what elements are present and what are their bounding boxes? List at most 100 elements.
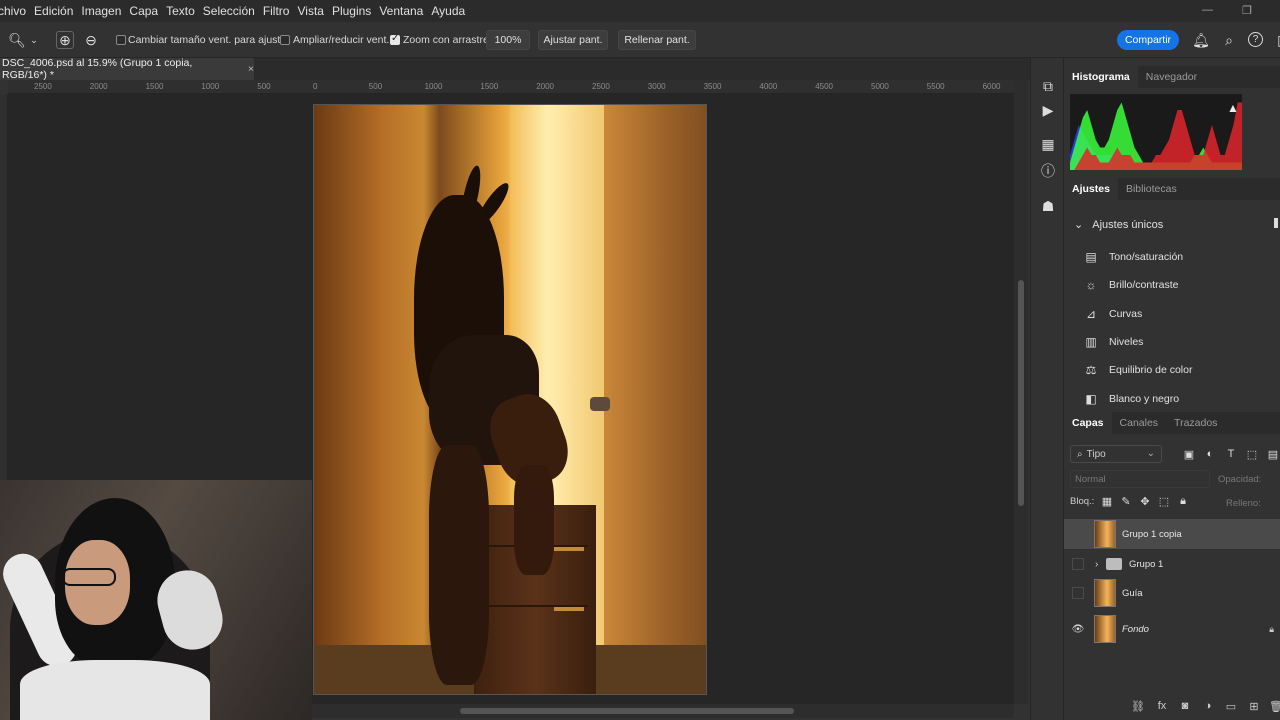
- adjustment-item[interactable]: ▥ Niveles: [1082, 332, 1143, 352]
- properties-icon[interactable]: ☗: [1038, 196, 1058, 216]
- workspace-icon[interactable]: ▯: [1272, 31, 1280, 49]
- image-subject: [374, 164, 578, 690]
- menu-item[interactable]: Ayuda: [431, 4, 473, 18]
- zoom-all-label: Ampliar/reducir vent.: [293, 34, 390, 46]
- resize-windows-checkbox[interactable]: [116, 35, 126, 45]
- menu-item[interactable]: Filtro: [263, 4, 298, 18]
- menu-item[interactable]: Texto: [166, 4, 203, 18]
- scrubby-zoom-checkbox[interactable]: [390, 33, 400, 45]
- play-actions-icon[interactable]: ▶: [1038, 100, 1058, 120]
- horizontal-scrollbar[interactable]: [312, 704, 1014, 718]
- menu-item[interactable]: Capa: [129, 4, 166, 18]
- vertical-scrollbar[interactable]: [1014, 80, 1028, 704]
- layer-row[interactable]: Grupo 1 copia: [1064, 519, 1280, 549]
- lock-artboard-icon[interactable]: ⬚: [1157, 494, 1171, 508]
- visibility-toggle[interactable]: [1072, 558, 1084, 570]
- blend-mode-select[interactable]: Normal: [1070, 470, 1210, 488]
- image-door-knob: [590, 397, 610, 411]
- document-image[interactable]: [313, 104, 707, 695]
- zoom-in-icon[interactable]: ⊕: [56, 31, 74, 49]
- horizontal-scroll-thumb[interactable]: [460, 708, 794, 714]
- add-mask-icon[interactable]: ◙: [1177, 698, 1193, 714]
- search-icon[interactable]: ⌕: [1220, 31, 1238, 49]
- panel-icon-strip: ⧉ ▶ ▦ ⓘ ☗: [1030, 58, 1064, 720]
- fill-screen-button[interactable]: Rellenar pant.: [618, 30, 696, 50]
- lock-position-icon[interactable]: ✥: [1138, 494, 1152, 508]
- menu-item[interactable]: Plugins: [332, 4, 379, 18]
- layer-style-icon[interactable]: fx: [1154, 698, 1170, 714]
- visibility-toggle[interactable]: [1072, 528, 1084, 540]
- tab-channels[interactable]: Canales: [1112, 412, 1167, 434]
- filter-smart-object-icon[interactable]: ▤: [1265, 446, 1280, 462]
- libraries-icon[interactable]: ▦: [1038, 134, 1058, 154]
- tab-adjustments[interactable]: Ajustes: [1064, 178, 1118, 200]
- filter-shape-icon[interactable]: ⬚: [1244, 446, 1260, 462]
- histogram-warning-icon[interactable]: ▲: [1227, 101, 1239, 115]
- lock-all-icon[interactable]: 🔒︎: [1176, 494, 1190, 508]
- zoom-all-checkbox[interactable]: [280, 35, 290, 45]
- menu-item[interactable]: chivo: [0, 4, 34, 18]
- filter-adjustment-icon[interactable]: ◐: [1202, 446, 1218, 462]
- restore-icon[interactable]: ❐: [1242, 4, 1252, 17]
- info-icon[interactable]: ⓘ: [1038, 161, 1058, 181]
- adjustment-item[interactable]: ◧ Blanco y negro: [1082, 389, 1179, 409]
- histogram-tabs: Histograma Navegador: [1064, 66, 1280, 88]
- bell-icon[interactable]: 🔔︎: [1192, 31, 1210, 49]
- history-icon[interactable]: ⧉: [1038, 76, 1058, 96]
- zoom-out-icon[interactable]: ⊖: [82, 31, 100, 49]
- tab-libraries[interactable]: Bibliotecas: [1118, 178, 1185, 200]
- menu-item[interactable]: Selección: [203, 4, 263, 18]
- tool-preset-chevron-icon[interactable]: ⌄: [28, 31, 40, 49]
- lock-pixels-icon[interactable]: ✎: [1119, 494, 1133, 508]
- new-group-icon[interactable]: ▭: [1223, 698, 1239, 714]
- adjustment-item[interactable]: ☼ Brillo/contraste: [1082, 275, 1179, 295]
- visibility-toggle[interactable]: [1072, 587, 1084, 599]
- panel-menu-icon[interactable]: [1274, 218, 1278, 228]
- close-tab-icon[interactable]: ×: [248, 63, 254, 75]
- adjustment-item[interactable]: ⊿ Curvas: [1082, 304, 1142, 324]
- minimize-icon[interactable]: —: [1202, 4, 1213, 16]
- new-layer-icon[interactable]: ⊞: [1246, 698, 1262, 714]
- filter-type-icon[interactable]: T: [1223, 446, 1239, 462]
- fit-screen-button[interactable]: Ajustar pant.: [538, 30, 608, 50]
- menu-item[interactable]: Vista: [297, 4, 331, 18]
- zoom-tool-icon[interactable]: 🔍︎: [8, 31, 26, 49]
- lock-transparency-icon[interactable]: ▦: [1100, 494, 1114, 508]
- menu-item[interactable]: Ventana: [379, 4, 431, 18]
- share-button[interactable]: Compartir: [1117, 30, 1179, 50]
- image-door: [604, 105, 706, 694]
- layer-thumbnail: [1094, 579, 1116, 607]
- filter-pixel-icon[interactable]: ▣: [1181, 446, 1197, 462]
- layer-row[interactable]: › Grupo 1: [1064, 549, 1280, 579]
- tab-layers[interactable]: Capas: [1064, 412, 1112, 434]
- adjustment-label: Tono/saturación: [1109, 251, 1184, 263]
- help-icon[interactable]: ?: [1248, 32, 1263, 47]
- chevron-right-icon[interactable]: ›: [1095, 559, 1098, 570]
- tab-navigator[interactable]: Navegador: [1138, 66, 1205, 88]
- image-subject-leg: [429, 445, 489, 685]
- chevron-down-icon: ⌄: [1146, 448, 1155, 459]
- layer-row[interactable]: Guía: [1064, 578, 1280, 608]
- link-layers-icon[interactable]: ⛓: [1130, 698, 1146, 714]
- new-adjustment-icon[interactable]: ◑: [1200, 698, 1216, 714]
- menu-item[interactable]: Edición: [34, 4, 81, 18]
- adjustment-label: Blanco y negro: [1109, 392, 1180, 405]
- document-tab[interactable]: DSC_4006.psd al 15.9% (Grupo 1 copia, RG…: [0, 57, 254, 81]
- menu-item[interactable]: Imagen: [81, 4, 129, 18]
- ruler-tick-label: 1000: [424, 82, 443, 91]
- layer-row[interactable]: 👁︎ Fondo 🔒︎: [1064, 614, 1280, 644]
- layer-filter-select[interactable]: ⌕ Tipo ⌄: [1070, 445, 1162, 463]
- tab-histogram[interactable]: Histograma: [1064, 66, 1138, 88]
- tab-paths[interactable]: Trazados: [1166, 412, 1225, 434]
- delete-layer-icon[interactable]: 🗑︎: [1268, 698, 1280, 714]
- ruler-tick-label: 4500: [815, 82, 833, 91]
- zoom-value-field[interactable]: 100%: [486, 30, 530, 50]
- eye-icon[interactable]: 👁︎: [1072, 623, 1085, 635]
- layer-lock-icon[interactable]: 🔒︎: [1269, 624, 1274, 635]
- adjustments-section-header[interactable]: ⌄ Ajustes únicos: [1074, 218, 1163, 231]
- ruler-tick-label: 4000: [759, 82, 778, 91]
- adjustment-item[interactable]: ▤ Tono/saturación: [1082, 247, 1183, 267]
- ruler-tick-label: 3500: [703, 82, 722, 91]
- adjustment-item[interactable]: ⚖ Equilibrio de color: [1082, 360, 1193, 380]
- vertical-scroll-thumb[interactable]: [1018, 280, 1024, 506]
